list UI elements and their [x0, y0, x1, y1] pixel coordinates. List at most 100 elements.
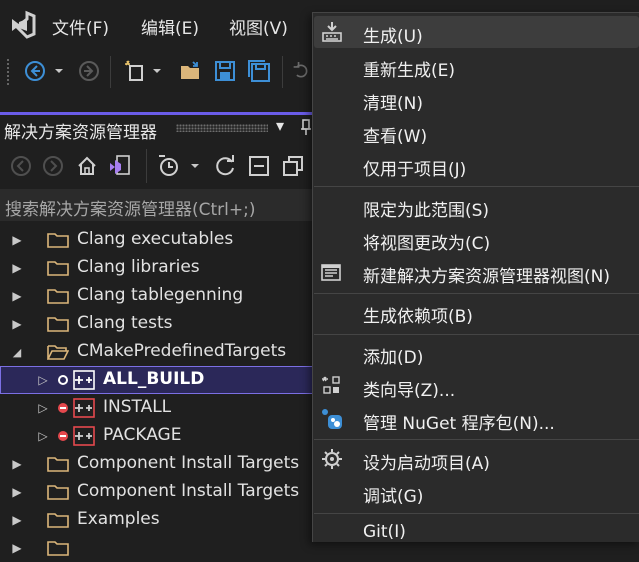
pin-icon[interactable]	[300, 118, 312, 136]
menu-view[interactable]: 查看(W)	[363, 122, 427, 147]
menu-separator	[314, 513, 639, 514]
show-all-files-icon[interactable]	[280, 153, 306, 179]
error-status-icon	[58, 403, 68, 413]
tree-item-label: Clang tablegenning	[77, 285, 244, 305]
expand-arrow-icon[interactable]: ▶	[10, 317, 24, 331]
toolbar-separator	[110, 56, 111, 88]
menu-build[interactable]: 生成(U)	[363, 22, 423, 47]
menu-change-view[interactable]: 将视图更改为(C)	[363, 229, 490, 254]
folder-icon	[47, 289, 69, 304]
expand-arrow-icon[interactable]: ▶	[10, 261, 24, 275]
expand-arrow-icon[interactable]: ▷	[36, 429, 50, 443]
tree-item-label: Component Install Targets	[77, 481, 300, 501]
tree-item-folder[interactable]: ▶ Clang libraries	[0, 254, 320, 282]
gear-icon	[320, 447, 344, 471]
folder-icon	[47, 513, 69, 528]
cmake-target-icon	[73, 426, 95, 446]
menu-class-wizard[interactable]: 类向导(Z)...	[363, 376, 455, 401]
se-forward-icon[interactable]	[40, 153, 66, 179]
forward-icon[interactable]	[76, 58, 102, 84]
tree-item-folder-expanded[interactable]: ◢ CMakePredefinedTargets	[0, 338, 320, 366]
error-status-icon	[58, 431, 68, 441]
folder-icon	[47, 233, 69, 248]
switch-views-icon[interactable]	[106, 153, 132, 179]
menu-set-startup[interactable]: 设为启动项目(A)	[363, 449, 490, 474]
menu-add[interactable]: 添加(D)	[363, 343, 423, 368]
menu-new-se-view[interactable]: 新建解决方案资源管理器视图(N)	[363, 262, 610, 287]
tree-item-folder[interactable]: ▶ Clang executables	[0, 226, 320, 254]
tree-item-folder[interactable]: ▶ Component Install Targets	[0, 450, 320, 478]
tree-item-label: Clang libraries	[77, 257, 200, 277]
tree-item-folder[interactable]: ▶ Clang tablegenning	[0, 282, 320, 310]
tree-item-project[interactable]: ▷ INSTALL	[0, 394, 320, 422]
tree-item-label: CMakePredefinedTargets	[77, 341, 287, 361]
expand-arrow-icon[interactable]: ▶	[10, 541, 24, 555]
collapse-all-icon[interactable]	[246, 153, 272, 179]
class-wizard-icon	[320, 374, 344, 398]
tree-item-project-selected[interactable]: ▷ ALL_BUILD	[0, 366, 320, 394]
tree-item-folder[interactable]: ▶ Examples	[0, 506, 320, 534]
cmake-target-icon	[73, 370, 95, 390]
menu-file[interactable]: 文件(F)	[52, 14, 109, 39]
expand-arrow-icon[interactable]: ▷	[36, 401, 50, 415]
search-input[interactable]: 搜索解决方案资源管理器(Ctrl+;)	[5, 195, 255, 220]
expand-arrow-icon[interactable]: ▶	[10, 233, 24, 247]
new-view-icon	[320, 260, 344, 284]
save-all-icon[interactable]	[246, 58, 272, 84]
home-icon[interactable]	[74, 153, 100, 179]
open-folder-icon[interactable]	[178, 58, 204, 84]
toolbar-grip[interactable]	[6, 58, 10, 86]
tree-item-label: PACKAGE	[103, 425, 182, 445]
toolbar-separator	[282, 56, 283, 88]
expand-arrow-icon[interactable]: ▶	[10, 513, 24, 527]
toolbar-separator	[146, 149, 147, 183]
menu-rebuild[interactable]: 重新生成(E)	[363, 56, 455, 81]
build-icon	[320, 20, 344, 44]
filter-dropdown-icon[interactable]	[188, 153, 202, 179]
menu-build-dependencies[interactable]: 生成依赖项(B)	[363, 302, 473, 327]
folder-icon	[47, 261, 69, 276]
expand-arrow-icon[interactable]: ▷	[36, 373, 50, 387]
expand-arrow-icon[interactable]: ▶	[10, 457, 24, 471]
folder-icon	[47, 457, 69, 472]
back-icon[interactable]	[22, 58, 48, 84]
refresh-icon[interactable]	[212, 153, 238, 179]
menu-project-only[interactable]: 仅用于项目(J)	[363, 155, 466, 180]
menu-separator	[314, 186, 639, 187]
tree-item-label: ALL_BUILD	[103, 369, 205, 389]
save-icon[interactable]	[212, 58, 238, 84]
expand-arrow-icon[interactable]: ▶	[10, 289, 24, 303]
tree-item-label: Examples	[77, 509, 160, 529]
menu-manage-nuget[interactable]: 管理 NuGet 程序包(N)...	[363, 409, 555, 434]
new-project-icon[interactable]	[122, 58, 148, 84]
tree-item-label: Component Install Targets	[77, 453, 300, 473]
expand-arrow-icon[interactable]: ▶	[10, 485, 24, 499]
tree-item-project[interactable]: ▷ PACKAGE	[0, 422, 320, 450]
collapse-arrow-icon[interactable]: ◢	[10, 345, 24, 359]
pending-changes-filter-icon[interactable]	[156, 153, 182, 179]
menu-separator	[314, 334, 639, 335]
tree-item-label: INSTALL	[103, 397, 172, 417]
tree-item-folder[interactable]: ▶	[0, 534, 320, 562]
menu-clean[interactable]: 清理(N)	[363, 89, 423, 114]
tree-item-folder[interactable]: ▶ Component Install Targets	[0, 478, 320, 506]
visual-studio-logo-icon	[8, 10, 36, 40]
se-back-icon[interactable]	[8, 153, 34, 179]
menu-separator	[314, 439, 639, 440]
undo-icon[interactable]	[292, 58, 310, 84]
menu-git[interactable]: Git(I)	[363, 522, 406, 542]
back-dropdown-icon[interactable]	[52, 58, 66, 84]
new-project-dropdown-icon[interactable]	[150, 58, 164, 84]
project-status-icon	[58, 375, 68, 385]
menu-debug[interactable]: 调试(G)	[363, 482, 423, 507]
nuget-icon	[320, 407, 344, 431]
tree-item-label: Clang executables	[77, 229, 234, 249]
menu-scope-to-this[interactable]: 限定为此范围(S)	[363, 196, 489, 221]
menu-edit[interactable]: 编辑(E)	[141, 14, 199, 39]
tree-item-folder[interactable]: ▶ Clang tests	[0, 310, 320, 338]
menu-view[interactable]: 视图(V)	[229, 14, 288, 39]
panel-title: 解决方案资源管理器	[4, 123, 157, 143]
panel-drag-grip[interactable]	[176, 124, 268, 132]
panel-options-chevron-icon[interactable]: ▾	[276, 116, 284, 135]
folder-icon	[47, 485, 69, 500]
